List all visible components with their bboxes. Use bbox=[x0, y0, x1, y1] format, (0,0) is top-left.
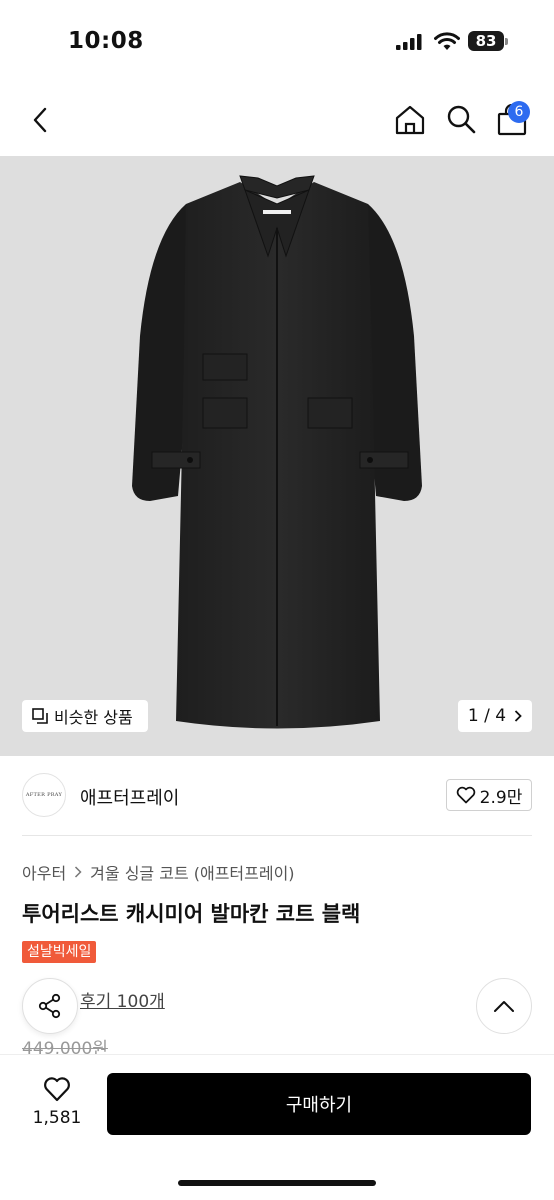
cart-count-badge: 6 bbox=[508, 101, 530, 123]
layers-icon bbox=[32, 708, 48, 724]
brand-logo-text: AFTER PRAY bbox=[25, 792, 63, 798]
wifi-icon bbox=[434, 32, 460, 50]
brand-like-button[interactable]: 2.9만 bbox=[446, 779, 532, 811]
product-title: 투어리스트 캐시미어 발마칸 코트 블랙 bbox=[22, 902, 361, 926]
wishlist-count: 1,581 bbox=[32, 1108, 82, 1128]
chevron-right-icon bbox=[514, 710, 522, 722]
home-indicator bbox=[178, 1180, 376, 1186]
scroll-top-button[interactable] bbox=[476, 978, 532, 1034]
page-indicator-text: 1 / 4 bbox=[467, 706, 507, 726]
similar-products-label: 비슷한 상품 bbox=[54, 708, 133, 727]
status-time: 10:08 bbox=[68, 28, 144, 54]
share-button[interactable] bbox=[22, 978, 78, 1034]
chevron-right-icon bbox=[75, 866, 82, 878]
cellular-signal-icon bbox=[396, 34, 422, 50]
buy-button[interactable]: 구매하기 bbox=[107, 1073, 531, 1135]
battery-level: 83 bbox=[468, 31, 504, 51]
wishlist-heart-icon[interactable] bbox=[43, 1076, 71, 1102]
search-icon[interactable] bbox=[446, 104, 476, 134]
chevron-up-icon bbox=[494, 1001, 514, 1012]
breadcrumb: 아우터 겨울 싱글 코트 (애프터프레이) bbox=[22, 860, 295, 884]
similar-products-button[interactable]: 비슷한 상품 bbox=[22, 700, 148, 732]
battery-cap bbox=[505, 38, 508, 45]
image-page-indicator[interactable]: 1 / 4 bbox=[458, 700, 532, 732]
share-icon bbox=[38, 993, 61, 1019]
heart-icon bbox=[456, 786, 475, 804]
back-arrow-icon[interactable] bbox=[28, 105, 52, 135]
brand-name[interactable]: 애프터프레이 bbox=[80, 784, 179, 810]
product-image[interactable] bbox=[0, 156, 554, 756]
sale-badge: 설날빅세일 bbox=[22, 941, 97, 963]
divider bbox=[22, 835, 532, 836]
home-icon[interactable] bbox=[394, 104, 426, 136]
brand-logo[interactable]: AFTER PRAY bbox=[22, 773, 66, 817]
reviews-link[interactable]: 후기 100개 bbox=[80, 987, 165, 1012]
brand-like-count: 2.9만 bbox=[479, 787, 523, 808]
coat-illustration bbox=[132, 175, 422, 729]
breadcrumb-item-outer[interactable]: 아우터 bbox=[22, 860, 66, 884]
breadcrumb-item-category[interactable]: 겨울 싱글 코트 (애프터프레이) bbox=[90, 860, 294, 884]
